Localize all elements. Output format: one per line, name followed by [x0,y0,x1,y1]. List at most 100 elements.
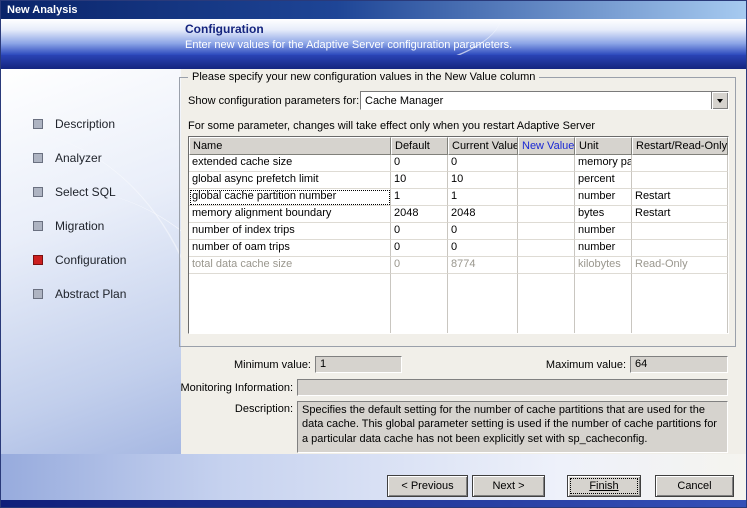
wizard-header: Configuration Enter new values for the A… [1,19,746,55]
table-cell: Read-Only [632,257,728,274]
table-cell[interactable] [518,172,575,189]
sidebar-item-label: Description [55,117,115,131]
table-cell: 2048 [391,206,448,223]
table-body: extended cache size00memory pagesglobal … [189,155,728,333]
cancel-button[interactable]: Cancel [655,475,734,497]
sidebar-item-select-sql[interactable]: Select SQL [33,175,179,209]
sidebar-item-analyzer[interactable]: Analyzer [33,141,179,175]
groupbox-title: Please specify your new configuration va… [188,71,539,83]
column-header[interactable]: Default [391,137,448,155]
table-row[interactable]: global cache partition number11numberRes… [189,189,728,206]
window-title: New Analysis [7,4,78,16]
column-header[interactable]: Current Value [448,137,518,155]
table-row[interactable]: number of oam trips00number [189,240,728,257]
column-header[interactable]: New Value [518,137,575,155]
table-cell: number of index trips [189,223,391,240]
filter-label: Show configuration parameters for: [188,95,359,107]
table-row[interactable]: global async prefetch limit1010percent [189,172,728,189]
sidebar-item-description[interactable]: Description [33,107,179,141]
table-cell [632,155,728,172]
table-cell: 1 [448,189,518,206]
dropdown-button[interactable] [711,92,728,109]
table-cell: 2048 [448,206,518,223]
column-header[interactable]: Unit [575,137,632,155]
table-cell[interactable] [518,240,575,257]
table-cell: global cache partition number [189,189,391,206]
table-cell: 0 [448,155,518,172]
minimum-value-field: 1 [315,356,402,373]
table-cell: 0 [391,155,448,172]
column-header[interactable]: Restart/Read-Only [632,137,728,155]
page-title: Configuration [185,22,264,36]
sidebar-item-label: Configuration [55,253,126,267]
table-cell[interactable] [518,257,575,274]
table-filler-cell [518,274,575,333]
previous-button[interactable]: < Previous [387,475,468,497]
table-cell: 0 [448,240,518,257]
maximum-value-field: 64 [630,356,728,373]
table-cell: 10 [448,172,518,189]
current-step-indicator [33,255,43,265]
table-filler-cell [189,274,391,333]
step-indicator [33,289,43,299]
table-filler-cell [448,274,518,333]
table-cell: kilobytes [575,257,632,274]
sidebar-item-label: Abstract Plan [55,287,126,301]
table-cell: 0 [391,240,448,257]
table-cell [632,172,728,189]
table-cell: number of oam trips [189,240,391,257]
monitoring-information-label: Monitoring Information: [179,382,293,394]
table-cell: number [575,189,632,206]
table-cell: percent [575,172,632,189]
table-cell[interactable] [518,189,575,206]
configuration-groupbox: Please specify your new configuration va… [179,77,736,347]
sidebar-item-migration[interactable]: Migration [33,209,179,243]
sidebar-item-label: Migration [55,219,104,233]
table-cell[interactable] [518,155,575,172]
table-cell: 0 [448,223,518,240]
column-header[interactable]: Name [189,137,391,155]
table-cell[interactable] [518,206,575,223]
new-analysis-dialog: New Analysis Configuration Enter new val… [0,0,747,508]
sidebar-item-configuration[interactable]: Configuration [33,243,179,277]
step-indicator [33,119,43,129]
table-cell: 8774 [448,257,518,274]
table-cell: memory alignment boundary [189,206,391,223]
step-indicator [33,153,43,163]
table-filler-row [189,274,728,333]
description-label: Description: [179,403,293,415]
table-row[interactable]: number of index trips00number [189,223,728,240]
table-cell [632,240,728,257]
finish-button[interactable]: Finish [567,475,641,497]
sidebar-item-abstract-plan[interactable]: Abstract Plan [33,277,179,311]
page-subtitle: Enter new values for the Adaptive Server… [185,39,512,51]
table-row[interactable]: total data cache size08774kilobytesRead-… [189,257,728,274]
table-cell: Restart [632,206,728,223]
table-filler-cell [391,274,448,333]
table-cell: total data cache size [189,257,391,274]
maximum-value-label: Maximum value: [491,359,626,371]
table-row[interactable]: memory alignment boundary20482048bytesRe… [189,206,728,223]
table-cell: bytes [575,206,632,223]
table-cell[interactable] [518,223,575,240]
table-cell: global async prefetch limit [189,172,391,189]
table-filler-cell [632,274,728,333]
parameter-group-dropdown[interactable]: Cache Manager [360,91,729,110]
chevron-down-icon [717,99,723,103]
step-indicator [33,187,43,197]
table-cell: Restart [632,189,728,206]
table-cell: number [575,223,632,240]
bottom-accent-bar [1,500,746,507]
client-area: Description Analyzer Select SQL Migration Co… [1,69,746,507]
table-cell: extended cache size [189,155,391,172]
sidebar-item-label: Select SQL [55,185,116,199]
next-button[interactable]: Next > [472,475,545,497]
table-header-row: NameDefaultCurrent ValueNew ValueUnitRes… [189,137,728,155]
table-filler-cell [575,274,632,333]
table-cell [632,223,728,240]
table-cell: 0 [391,223,448,240]
table-row[interactable]: extended cache size00memory pages [189,155,728,172]
step-indicator [33,221,43,231]
monitoring-information-field [297,379,728,396]
minimum-value-label: Minimum value: [179,359,311,371]
